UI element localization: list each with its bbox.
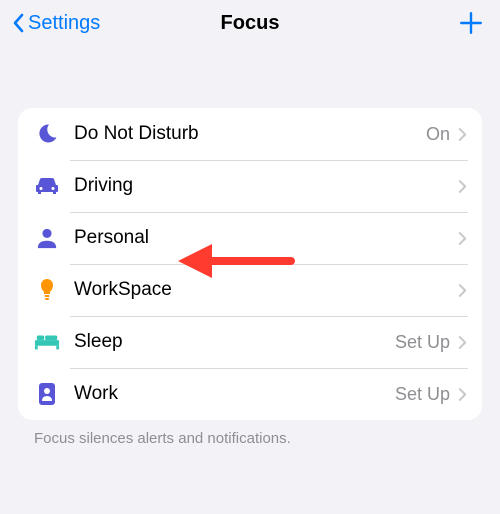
plus-icon	[458, 10, 484, 36]
footer-caption: Focus silences alerts and notifications.	[34, 430, 500, 447]
focus-row-work[interactable]: Work Set Up	[18, 368, 482, 420]
focus-row-personal[interactable]: Personal	[18, 212, 482, 264]
chevron-left-icon	[10, 11, 26, 35]
chevron-right-icon	[458, 386, 468, 402]
car-icon	[32, 171, 62, 201]
row-label: Driving	[74, 175, 450, 197]
back-button[interactable]: Settings	[10, 11, 100, 35]
row-status: Set Up	[395, 332, 450, 353]
chevron-right-icon	[458, 178, 468, 194]
focus-row-workspace[interactable]: WorkSpace	[18, 264, 482, 316]
lightbulb-icon	[32, 275, 62, 305]
navbar: Settings Focus	[0, 0, 500, 46]
moon-icon	[32, 119, 62, 149]
row-label: Work	[74, 383, 395, 405]
row-label: Sleep	[74, 331, 395, 353]
bed-icon	[32, 327, 62, 357]
id-badge-icon	[32, 379, 62, 409]
row-label: WorkSpace	[74, 279, 450, 301]
focus-row-driving[interactable]: Driving	[18, 160, 482, 212]
person-icon	[32, 223, 62, 253]
chevron-right-icon	[458, 230, 468, 246]
back-label: Settings	[28, 12, 100, 35]
row-label: Do Not Disturb	[74, 123, 426, 145]
row-status: On	[426, 124, 450, 145]
add-button[interactable]	[456, 8, 486, 38]
focus-list: Do Not Disturb On Driving Personal WorkS…	[18, 108, 482, 420]
row-label: Personal	[74, 227, 450, 249]
focus-row-do-not-disturb[interactable]: Do Not Disturb On	[18, 108, 482, 160]
focus-row-sleep[interactable]: Sleep Set Up	[18, 316, 482, 368]
chevron-right-icon	[458, 126, 468, 142]
chevron-right-icon	[458, 334, 468, 350]
row-status: Set Up	[395, 384, 450, 405]
chevron-right-icon	[458, 282, 468, 298]
